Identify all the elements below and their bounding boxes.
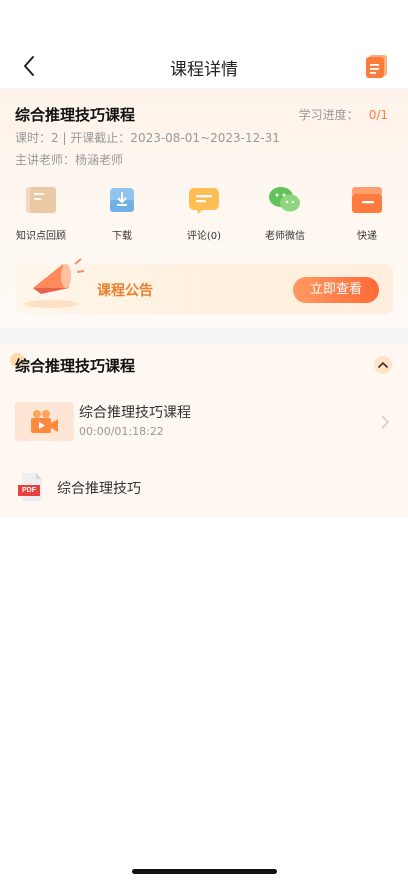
course-notice-banner[interactable]: 课程公告 立即查看: [15, 258, 393, 314]
chevron-up-icon[interactable]: [374, 356, 392, 374]
action-label: 下载: [112, 231, 132, 242]
lesson-item[interactable]: 综合推理技巧课程 00:00/01:18:22: [0, 398, 408, 446]
box-icon: [352, 187, 382, 213]
lesson-playback-time: 00:00/01:18:22: [79, 425, 164, 438]
action-download[interactable]: 下载: [87, 184, 157, 242]
notice-title: 课程公告: [97, 283, 153, 299]
download-icon: [110, 188, 134, 212]
lesson-thumbnail: [15, 402, 74, 441]
pdf-badge: PDF: [22, 487, 36, 494]
book-icon: [26, 187, 56, 213]
action-grid: 知识点回顾 下载 评论(0) 老师微信 快递: [0, 184, 408, 244]
action-knowledge-review[interactable]: 知识点回顾: [6, 184, 76, 242]
notes-icon[interactable]: [366, 54, 388, 78]
chevron-right-icon: [381, 415, 390, 429]
page-title: 课程详情: [170, 60, 238, 80]
wechat-icon: [269, 187, 300, 212]
home-indicator: [132, 869, 277, 874]
progress-value: 0/1: [368, 108, 388, 122]
video-camera-icon: [31, 410, 58, 433]
course-teacher: 主讲老师：杨涵老师: [15, 153, 124, 167]
study-progress: 学习进度： 0/1: [299, 106, 388, 123]
lesson-title: 综合推理技巧课程: [79, 405, 191, 421]
view-now-button[interactable]: 立即查看: [293, 277, 379, 303]
action-comment[interactable]: 评论(0): [169, 184, 239, 242]
pdf-label: 综合推理技巧: [57, 481, 141, 497]
section-divider: [0, 328, 408, 344]
pdf-file-icon: PDF: [18, 473, 44, 501]
chapter-title: 综合推理技巧课程: [15, 357, 136, 375]
action-label: 快递: [357, 231, 377, 242]
megaphone-icon: [23, 258, 85, 308]
course-info-card: 综合推理技巧课程 学习进度： 0/1 课时：2 | 开课截止：2023-08-01…: [0, 88, 408, 328]
pdf-material-item[interactable]: PDF 综合推理技巧: [0, 470, 408, 506]
action-express[interactable]: 快递: [332, 184, 402, 242]
action-teacher-wechat[interactable]: 老师微信: [250, 184, 320, 242]
comment-icon: [189, 188, 219, 214]
action-label: 评论(0): [186, 231, 222, 242]
action-label: 知识点回顾: [16, 231, 66, 242]
action-label: 老师微信: [265, 231, 305, 242]
chapter-section: 综合推理技巧课程 综合推理技巧课程 00:00/01:18:22 PDF 综合推…: [0, 344, 408, 518]
course-title: 综合推理技巧课程: [15, 106, 136, 124]
nav-bar: 课程详情: [0, 44, 408, 88]
progress-label: 学习进度：: [298, 108, 359, 122]
course-schedule: 课时：2 | 开课截止：2023-08-01~2023-12-31: [15, 131, 280, 145]
